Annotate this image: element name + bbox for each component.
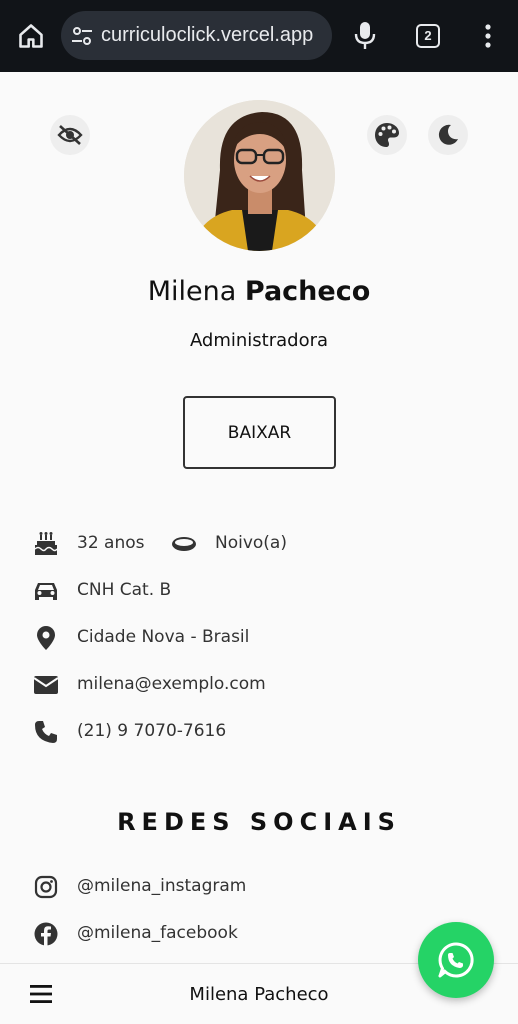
marital-text: Noivo(a) <box>215 533 287 553</box>
social-facebook[interactable]: @milena_facebook <box>32 920 238 948</box>
url-text[interactable]: curriculoclick.vercel.app <box>101 24 313 47</box>
location-text: Cidade Nova - Brasil <box>77 627 250 647</box>
instagram-icon <box>32 873 60 901</box>
ring-icon <box>170 530 198 558</box>
phone-icon <box>32 718 60 746</box>
info-license: CNH Cat. B <box>32 577 171 605</box>
email-text[interactable]: milena@exemplo.com <box>77 674 266 694</box>
eye-slash-icon <box>57 125 83 145</box>
instagram-handle[interactable]: @milena_instagram <box>77 876 246 896</box>
download-button[interactable]: BAIXAR <box>183 396 336 469</box>
more-vert-icon[interactable] <box>484 24 492 48</box>
license-text: CNH Cat. B <box>77 580 172 600</box>
first-name: Milena <box>147 276 237 307</box>
social-instagram[interactable]: @milena_instagram <box>32 873 246 901</box>
profile-name: Milena Pacheco <box>0 276 518 307</box>
phone-text[interactable]: (21) 9 7070-7616 <box>77 721 226 741</box>
info-email[interactable]: milena@exemplo.com <box>32 671 266 699</box>
hide-photo-button[interactable] <box>50 115 90 155</box>
last-name: Pacheco <box>244 276 371 307</box>
social-section-title: REDES SOCIAIS <box>117 808 401 836</box>
home-icon[interactable] <box>17 22 45 50</box>
dark-mode-button[interactable] <box>428 115 468 155</box>
mic-icon[interactable] <box>353 21 377 51</box>
info-phone[interactable]: (21) 9 7070-7616 <box>32 718 226 746</box>
facebook-icon <box>32 920 60 948</box>
location-pin-icon <box>32 624 60 652</box>
facebook-handle[interactable]: @milena_facebook <box>77 923 238 943</box>
tune-icon[interactable] <box>71 25 93 47</box>
info-age: 32 anos <box>32 530 145 558</box>
palette-icon <box>375 123 399 147</box>
moon-icon <box>438 124 458 145</box>
avatar-photo <box>184 100 335 251</box>
avatar <box>184 100 335 251</box>
color-theme-button[interactable] <box>367 115 407 155</box>
whatsapp-icon <box>438 942 474 978</box>
address-bar[interactable]: curriculoclick.vercel.app <box>61 11 332 60</box>
info-marital: Noivo(a) <box>170 530 287 558</box>
tabs-icon[interactable]: 2 <box>416 24 440 48</box>
car-icon <box>32 577 60 605</box>
browser-toolbar: curriculoclick.vercel.app 2 <box>0 0 518 72</box>
whatsapp-button[interactable] <box>418 922 494 998</box>
birthday-cake-icon <box>32 530 60 558</box>
profile-role: Administradora <box>189 330 329 351</box>
info-location: Cidade Nova - Brasil <box>32 624 249 652</box>
envelope-icon <box>32 671 60 699</box>
age-text: 32 anos <box>77 533 145 553</box>
